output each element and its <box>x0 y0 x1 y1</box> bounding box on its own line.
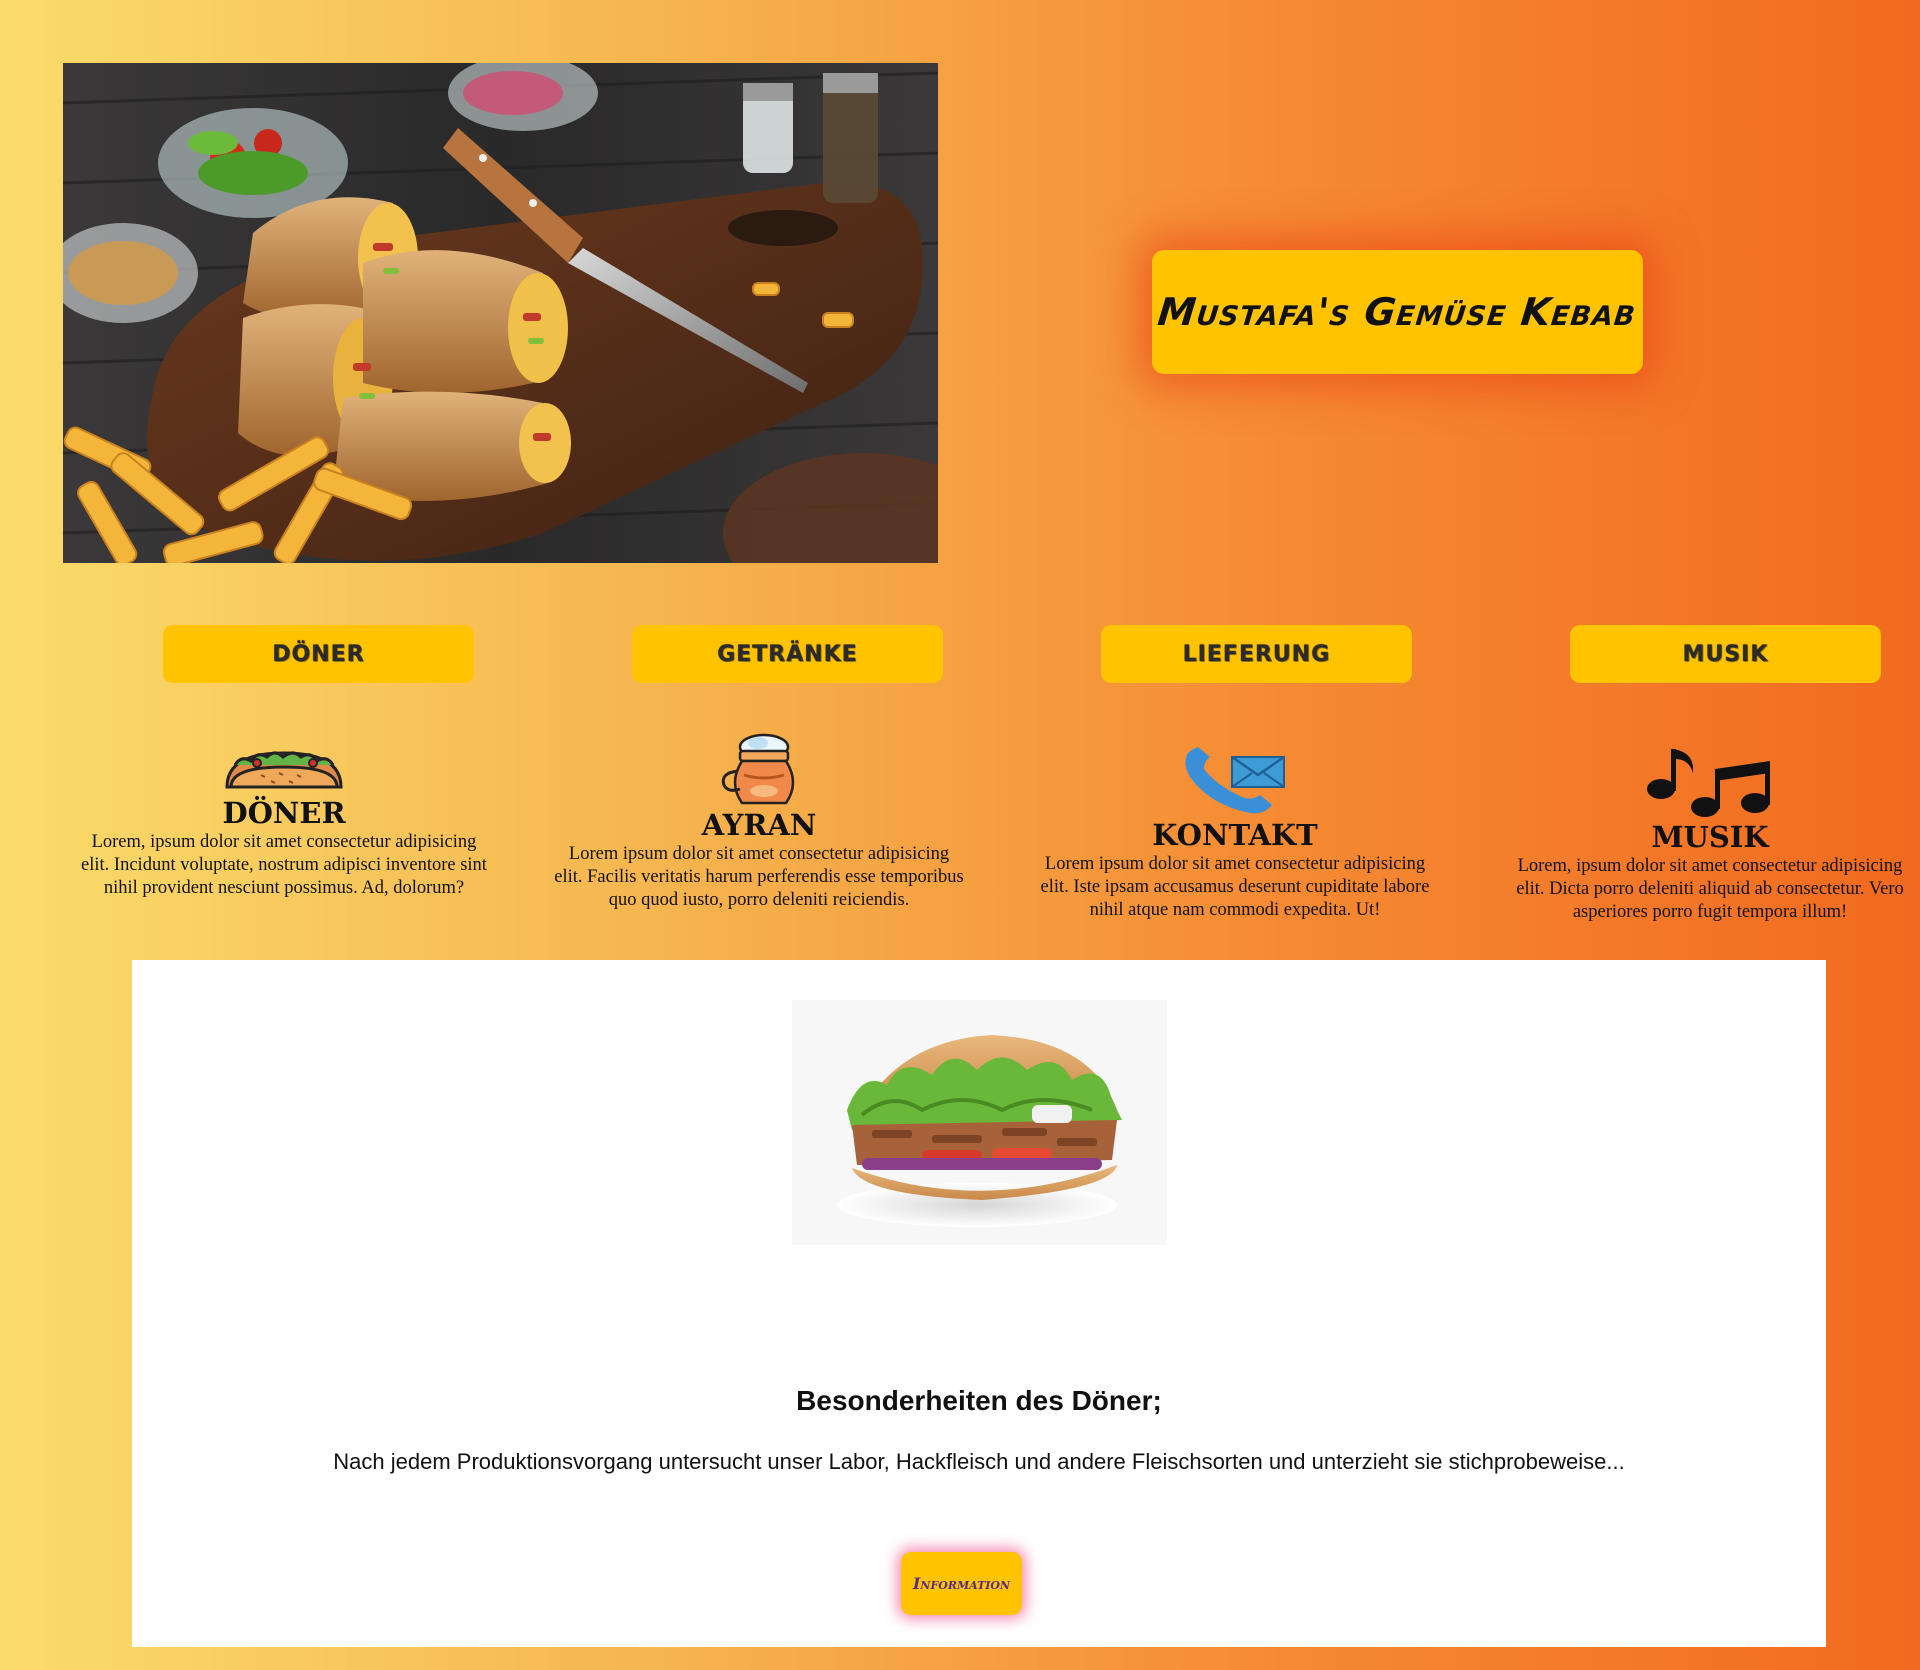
nav-button-musik[interactable]: MUSIK <box>1570 625 1881 683</box>
feature-title-doener: DÖNER <box>222 796 346 830</box>
feature-ayran: AYRAN Lorem ipsum dolor sit amet consect… <box>549 733 969 912</box>
feature-text-musik: Lorem, ipsum dolor sit amet consectetur … <box>1516 856 1904 922</box>
taco-icon <box>225 751 343 789</box>
feature-text-ayran: Lorem ipsum dolor sit amet consectetur a… <box>554 844 964 910</box>
panel-heading: Besonderheiten des Döner; <box>796 1385 1162 1416</box>
feature-text-doener: Lorem, ipsum dolor sit amet consectetur … <box>81 832 487 898</box>
nav-button-lieferung[interactable]: LIEFERUNG <box>1101 625 1412 683</box>
site-title: Mustafa's Gemüse Kebab <box>1156 290 1639 334</box>
hero-food-illustration <box>63 63 938 563</box>
panel-text: Nach jedem Produktionsvorgang untersucht… <box>333 1449 1625 1474</box>
site-title-box: Mustafa's Gemüse Kebab <box>1152 250 1643 374</box>
music-notes-icon <box>1647 749 1770 817</box>
doner-image <box>792 1000 1167 1245</box>
ayran-jug-icon <box>721 733 795 805</box>
information-button[interactable]: Information <box>901 1552 1022 1615</box>
hero-image <box>63 63 938 563</box>
content-panel: Besonderheiten des Döner; Nach jedem Pro… <box>132 960 1826 1647</box>
nav-button-getraenke[interactable]: GETRÄNKE <box>632 625 943 683</box>
feature-title-ayran: AYRAN <box>701 808 817 842</box>
feature-musik: MUSIK Lorem, ipsum dolor sit amet consec… <box>1500 743 1920 924</box>
feature-kontakt: KONTAKT Lorem ipsum dolor sit amet conse… <box>1025 747 1445 922</box>
doner-sandwich-illustration <box>792 1000 1167 1245</box>
feature-title-kontakt: KONTAKT <box>1152 818 1318 852</box>
feature-text-kontakt: Lorem ipsum dolor sit amet consectetur a… <box>1040 854 1430 920</box>
feature-title-musik: MUSIK <box>1651 820 1769 854</box>
phone-mail-icon <box>1185 747 1285 814</box>
feature-doener: DÖNER Lorem, ipsum dolor sit amet consec… <box>74 745 494 900</box>
nav-button-doener[interactable]: DÖNER <box>163 625 474 683</box>
